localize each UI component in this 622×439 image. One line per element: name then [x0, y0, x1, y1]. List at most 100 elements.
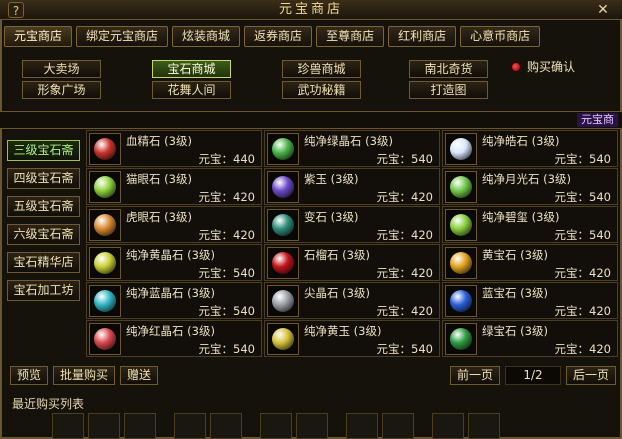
category-level6-gems[interactable]: 六级宝石斋 — [7, 224, 80, 245]
subtab-marketplace[interactable]: 大卖场 — [22, 60, 101, 78]
gem-icon[interactable] — [267, 209, 299, 241]
gem-item[interactable]: 变石 (3级) 元宝：420 — [264, 206, 440, 243]
gem-price: 元宝：420 — [376, 266, 433, 280]
gem-item[interactable]: 绿宝石 (3级) 元宝：420 — [442, 320, 618, 357]
gem-item[interactable]: 石榴石 (3级) 元宝：420 — [264, 244, 440, 281]
recent-slot[interactable] — [52, 413, 84, 439]
subtab-pet-mall[interactable]: 珍兽商城 — [282, 60, 361, 78]
gem-icon[interactable] — [267, 247, 299, 279]
gem-icon[interactable] — [89, 323, 121, 355]
gem-name: 纯净黄玉 (3级) — [304, 324, 382, 338]
gem-item[interactable]: 蓝宝石 (3级) 元宝：420 — [442, 282, 618, 319]
category-gem-essence[interactable]: 宝石精华店 — [7, 252, 80, 273]
gem-item[interactable]: 纯净黄玉 (3级) 元宝：540 — [264, 320, 440, 357]
gem-icon[interactable] — [89, 171, 121, 203]
tab-fashion-mall[interactable]: 炫装商城 — [172, 26, 241, 47]
gem-price: 元宝：420 — [554, 342, 611, 356]
help-button[interactable]: ? — [8, 2, 24, 18]
gem-item[interactable]: 猫眼石 (3级) 元宝：420 — [86, 168, 262, 205]
gem-stone-icon — [94, 290, 116, 312]
gem-item[interactable]: 尖晶石 (3级) 元宝：420 — [264, 282, 440, 319]
gem-icon[interactable] — [89, 133, 121, 165]
gem-name: 石榴石 (3级) — [304, 248, 370, 262]
confirm-radio-icon[interactable] — [511, 61, 521, 72]
purchase-confirm-toggle[interactable]: 购买确认 — [511, 58, 575, 75]
gem-icon[interactable] — [445, 323, 477, 355]
prev-page-button[interactable]: 前一页 — [449, 366, 500, 385]
gem-icon[interactable] — [89, 285, 121, 317]
gem-icon[interactable] — [445, 171, 477, 203]
recent-slot[interactable] — [346, 413, 378, 439]
gem-item[interactable]: 纯净蓝晶石 (3级) 元宝：540 — [86, 282, 262, 319]
category-level5-gems[interactable]: 五级宝石斋 — [7, 196, 80, 217]
gem-item[interactable]: 紫玉 (3级) 元宝：420 — [264, 168, 440, 205]
tab-bound-yuanbao-shop[interactable]: 绑定元宝商店 — [76, 26, 169, 47]
subtab-flower-dance[interactable]: 花舞人间 — [152, 81, 231, 99]
recent-slot[interactable] — [174, 413, 206, 439]
action-buttons: 预览 批量购买 赠送 — [10, 366, 159, 385]
close-button[interactable]: ✕ — [594, 1, 612, 19]
bulk-buy-button[interactable]: 批量购买 — [53, 366, 116, 385]
recent-slot[interactable] — [382, 413, 414, 439]
gem-stone-icon — [94, 176, 116, 198]
gem-price: 元宝：540 — [554, 152, 611, 166]
recent-slot[interactable] — [124, 413, 156, 439]
category-level4-gems[interactable]: 四级宝石斋 — [7, 168, 80, 189]
recent-slot[interactable] — [260, 413, 292, 439]
gem-name: 变石 (3级) — [304, 210, 359, 224]
subtab-crafting-recipes[interactable]: 打造图 — [409, 81, 488, 99]
gem-item[interactable]: 纯净绿晶石 (3级) 元宝：540 — [264, 130, 440, 167]
gem-stone-icon — [450, 290, 472, 312]
gem-icon[interactable] — [267, 133, 299, 165]
gem-icon[interactable] — [445, 133, 477, 165]
gem-icon[interactable] — [267, 323, 299, 355]
category-gem-processing[interactable]: 宝石加工坊 — [7, 280, 80, 301]
slot-spacer — [246, 413, 256, 439]
confirm-label: 购买确认 — [527, 60, 576, 74]
gem-item[interactable]: 纯净黄晶石 (3级) 元宝：540 — [86, 244, 262, 281]
preview-button[interactable]: 预览 — [10, 366, 49, 385]
subtab-martial-arts-books[interactable]: 武功秘籍 — [282, 81, 361, 99]
tab-coupon-shop[interactable]: 返券商店 — [244, 26, 313, 47]
gem-icon[interactable] — [89, 209, 121, 241]
subtab-appearance-plaza[interactable]: 形象广场 — [22, 81, 101, 99]
recent-slot[interactable] — [296, 413, 328, 439]
gem-name: 黄宝石 (3级) — [482, 248, 548, 262]
next-page-button[interactable]: 后一页 — [565, 366, 616, 385]
recent-slot[interactable] — [468, 413, 500, 439]
gem-icon[interactable] — [445, 247, 477, 279]
tab-supreme-shop[interactable]: 至尊商店 — [316, 26, 385, 47]
window-title: 元宝商店 — [278, 2, 343, 17]
recent-slot[interactable] — [88, 413, 120, 439]
category-level3-gems[interactable]: 三级宝石斋 — [7, 140, 80, 161]
tab-token-shop[interactable]: 心意币商店 — [460, 26, 541, 47]
gem-item[interactable]: 纯净皓石 (3级) 元宝：540 — [442, 130, 618, 167]
gem-stone-icon — [272, 214, 294, 236]
gem-item[interactable]: 纯净红晶石 (3级) 元宝：540 — [86, 320, 262, 357]
gem-stone-icon — [450, 252, 472, 274]
gem-icon[interactable] — [445, 209, 477, 241]
gem-price: 元宝：420 — [198, 228, 255, 242]
gem-item[interactable]: 纯净月光石 (3级) 元宝：540 — [442, 168, 618, 205]
recent-slot[interactable] — [210, 413, 242, 439]
recent-purchases-label: 最近购买列表 — [12, 397, 85, 411]
gem-price: 元宝：540 — [376, 152, 433, 166]
gem-icon[interactable] — [89, 247, 121, 279]
slot-spacer — [160, 413, 170, 439]
recent-slot[interactable] — [432, 413, 464, 439]
gem-icon[interactable] — [267, 285, 299, 317]
gem-item[interactable]: 血精石 (3级) 元宝：440 — [86, 130, 262, 167]
gem-item[interactable]: 黄宝石 (3级) 元宝：420 — [442, 244, 618, 281]
gem-icon[interactable] — [445, 285, 477, 317]
gem-name: 纯净红晶石 (3级) — [126, 324, 215, 338]
subtab-rare-goods[interactable]: 南北奇货 — [409, 60, 488, 78]
gem-icon[interactable] — [267, 171, 299, 203]
gem-item[interactable]: 虎眼石 (3级) 元宝：420 — [86, 206, 262, 243]
tab-yuanbao-shop[interactable]: 元宝商店 — [4, 26, 73, 47]
subtab-gem-mall[interactable]: 宝石商城 — [152, 60, 231, 78]
gift-button[interactable]: 赠送 — [120, 366, 159, 385]
tab-bonus-shop[interactable]: 红利商店 — [388, 26, 457, 47]
gem-item[interactable]: 纯净碧玺 (3级) 元宝：540 — [442, 206, 618, 243]
gem-name: 纯净月光石 (3级) — [482, 172, 571, 186]
gem-name: 尖晶石 (3级) — [304, 286, 370, 300]
